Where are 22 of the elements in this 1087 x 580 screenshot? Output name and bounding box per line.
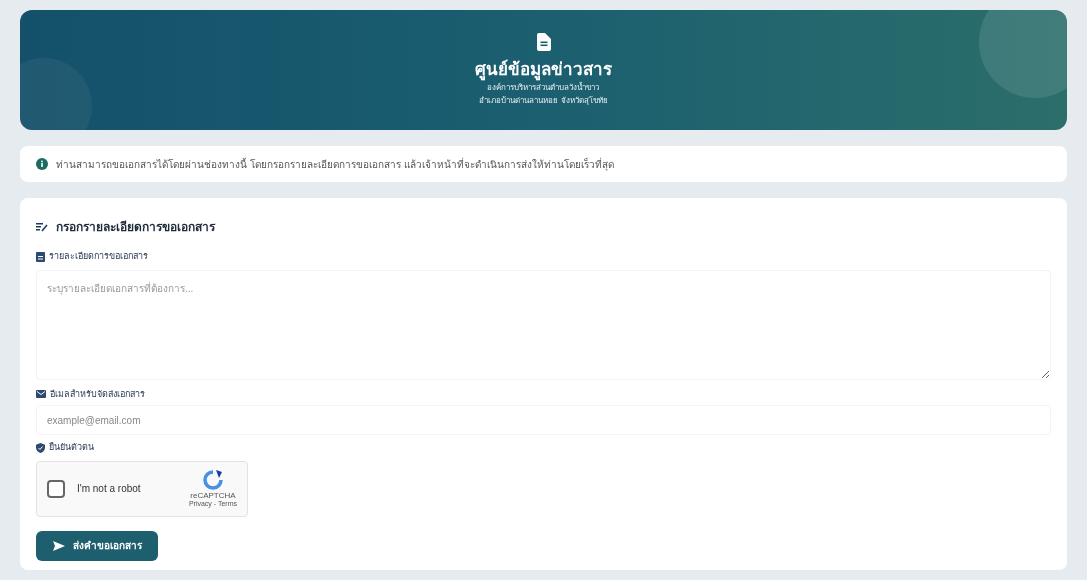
captcha-checkbox[interactable] <box>47 479 65 498</box>
captcha-label: I'm not a robot <box>77 482 142 496</box>
document-icon <box>536 33 551 52</box>
edit-list-icon <box>36 222 48 232</box>
shield-icon <box>36 442 45 453</box>
notice-text: ท่านสามารถขอเอกสารได้โดยผ่านช่องทางนี้ โดยกรอกรายละเอียดการขอเอกสาร แล้วเจ้าหน้าที่จะดำเนินการส่งให้ท่านโดยเร็วที่สุด <box>56 156 614 172</box>
subtitle-line: องค์การบริหารส่วนตำบลวังน้ำขาว <box>487 80 600 94</box>
field-label: อีเมลสำหรับจัดส่งเอกสาร <box>50 387 145 401</box>
document-icon <box>36 251 45 262</box>
submit-button[interactable]: ส่งคำขอเอกสาร <box>36 530 158 561</box>
captcha-brand: reCAPTCHA <box>190 491 236 500</box>
form-heading: กรอกรายละเอียดการขอเอกสาร <box>56 219 215 236</box>
details-field[interactable]: ระบุรายละเอียดเอกสารที่ต้องการ... <box>36 269 1051 380</box>
captcha-logo-icon <box>201 469 224 491</box>
subtitle-line: อำเภอบ้านด่านลานหอย จังหวัดสุโขทัย <box>479 94 608 107</box>
envelope-icon <box>36 390 46 399</box>
field-label: รายละเอียดการขอเอกสาร <box>49 250 148 263</box>
field-label: ยืนยันตัวตน <box>49 441 94 454</box>
send-icon <box>52 540 65 551</box>
email-field[interactable]: example@email.com <box>36 405 1051 435</box>
page-title: ศูนย์ข้อมูลข่าวสาร <box>475 59 612 81</box>
info-icon <box>36 158 48 170</box>
